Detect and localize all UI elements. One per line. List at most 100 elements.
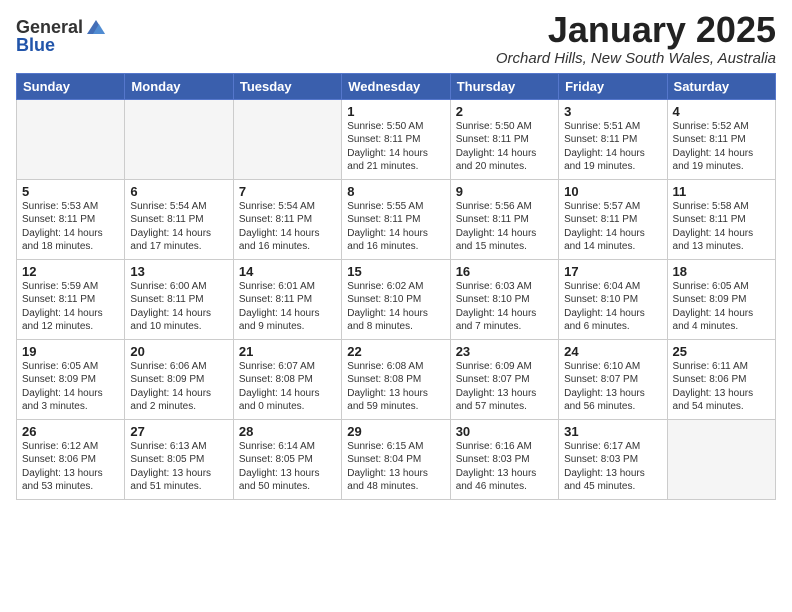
day-number: 4 <box>673 104 770 119</box>
calendar-week-row: 12Sunrise: 5:59 AMSunset: 8:11 PMDayligh… <box>17 259 776 339</box>
table-row: 5Sunrise: 5:53 AMSunset: 8:11 PMDaylight… <box>17 179 125 259</box>
day-number: 21 <box>239 344 336 359</box>
day-info: Sunrise: 6:08 AMSunset: 8:08 PMDaylight:… <box>347 360 444 414</box>
day-info: Sunrise: 6:15 AMSunset: 8:04 PMDaylight:… <box>347 440 444 494</box>
day-info: Sunrise: 5:57 AMSunset: 8:11 PMDaylight:… <box>564 200 661 254</box>
day-number: 19 <box>22 344 119 359</box>
table-row: 24Sunrise: 6:10 AMSunset: 8:07 PMDayligh… <box>559 339 667 419</box>
logo-blue-text: Blue <box>16 36 107 56</box>
table-row: 8Sunrise: 5:55 AMSunset: 8:11 PMDaylight… <box>342 179 450 259</box>
day-number: 30 <box>456 424 553 439</box>
calendar-week-row: 26Sunrise: 6:12 AMSunset: 8:06 PMDayligh… <box>17 419 776 499</box>
header-tuesday: Tuesday <box>233 73 341 99</box>
table-row <box>667 419 775 499</box>
day-info: Sunrise: 6:01 AMSunset: 8:11 PMDaylight:… <box>239 280 336 334</box>
day-info: Sunrise: 6:05 AMSunset: 8:09 PMDaylight:… <box>673 280 770 334</box>
calendar-week-row: 1Sunrise: 5:50 AMSunset: 8:11 PMDaylight… <box>17 99 776 179</box>
table-row <box>125 99 233 179</box>
table-row: 23Sunrise: 6:09 AMSunset: 8:07 PMDayligh… <box>450 339 558 419</box>
table-row: 29Sunrise: 6:15 AMSunset: 8:04 PMDayligh… <box>342 419 450 499</box>
day-info: Sunrise: 6:12 AMSunset: 8:06 PMDaylight:… <box>22 440 119 494</box>
table-row <box>233 99 341 179</box>
table-row <box>17 99 125 179</box>
day-number: 14 <box>239 264 336 279</box>
day-number: 16 <box>456 264 553 279</box>
day-info: Sunrise: 5:52 AMSunset: 8:11 PMDaylight:… <box>673 120 770 174</box>
table-row: 12Sunrise: 5:59 AMSunset: 8:11 PMDayligh… <box>17 259 125 339</box>
day-info: Sunrise: 6:05 AMSunset: 8:09 PMDaylight:… <box>22 360 119 414</box>
table-row: 21Sunrise: 6:07 AMSunset: 8:08 PMDayligh… <box>233 339 341 419</box>
day-number: 18 <box>673 264 770 279</box>
calendar-week-row: 19Sunrise: 6:05 AMSunset: 8:09 PMDayligh… <box>17 339 776 419</box>
day-info: Sunrise: 6:07 AMSunset: 8:08 PMDaylight:… <box>239 360 336 414</box>
table-row: 28Sunrise: 6:14 AMSunset: 8:05 PMDayligh… <box>233 419 341 499</box>
day-number: 22 <box>347 344 444 359</box>
day-info: Sunrise: 5:54 AMSunset: 8:11 PMDaylight:… <box>239 200 336 254</box>
day-number: 31 <box>564 424 661 439</box>
day-number: 9 <box>456 184 553 199</box>
table-row: 25Sunrise: 6:11 AMSunset: 8:06 PMDayligh… <box>667 339 775 419</box>
day-number: 3 <box>564 104 661 119</box>
header-thursday: Thursday <box>450 73 558 99</box>
day-info: Sunrise: 6:04 AMSunset: 8:10 PMDaylight:… <box>564 280 661 334</box>
day-number: 8 <box>347 184 444 199</box>
day-info: Sunrise: 5:55 AMSunset: 8:11 PMDaylight:… <box>347 200 444 254</box>
month-title: January 2025 <box>496 10 776 50</box>
table-row: 4Sunrise: 5:52 AMSunset: 8:11 PMDaylight… <box>667 99 775 179</box>
day-info: Sunrise: 6:03 AMSunset: 8:10 PMDaylight:… <box>456 280 553 334</box>
logo-icon <box>85 16 107 38</box>
day-info: Sunrise: 6:09 AMSunset: 8:07 PMDaylight:… <box>456 360 553 414</box>
day-info: Sunrise: 6:14 AMSunset: 8:05 PMDaylight:… <box>239 440 336 494</box>
day-number: 27 <box>130 424 227 439</box>
table-row: 31Sunrise: 6:17 AMSunset: 8:03 PMDayligh… <box>559 419 667 499</box>
day-info: Sunrise: 6:06 AMSunset: 8:09 PMDaylight:… <box>130 360 227 414</box>
table-row: 15Sunrise: 6:02 AMSunset: 8:10 PMDayligh… <box>342 259 450 339</box>
day-number: 26 <box>22 424 119 439</box>
day-info: Sunrise: 5:56 AMSunset: 8:11 PMDaylight:… <box>456 200 553 254</box>
header-saturday: Saturday <box>667 73 775 99</box>
table-row: 9Sunrise: 5:56 AMSunset: 8:11 PMDaylight… <box>450 179 558 259</box>
table-row: 1Sunrise: 5:50 AMSunset: 8:11 PMDaylight… <box>342 99 450 179</box>
day-number: 10 <box>564 184 661 199</box>
day-info: Sunrise: 6:11 AMSunset: 8:06 PMDaylight:… <box>673 360 770 414</box>
table-row: 2Sunrise: 5:50 AMSunset: 8:11 PMDaylight… <box>450 99 558 179</box>
day-info: Sunrise: 5:53 AMSunset: 8:11 PMDaylight:… <box>22 200 119 254</box>
table-row: 18Sunrise: 6:05 AMSunset: 8:09 PMDayligh… <box>667 259 775 339</box>
day-info: Sunrise: 6:02 AMSunset: 8:10 PMDaylight:… <box>347 280 444 334</box>
day-number: 23 <box>456 344 553 359</box>
day-number: 11 <box>673 184 770 199</box>
day-info: Sunrise: 6:13 AMSunset: 8:05 PMDaylight:… <box>130 440 227 494</box>
day-number: 24 <box>564 344 661 359</box>
day-info: Sunrise: 5:59 AMSunset: 8:11 PMDaylight:… <box>22 280 119 334</box>
location-title: Orchard Hills, New South Wales, Australi… <box>496 50 776 67</box>
header-friday: Friday <box>559 73 667 99</box>
day-number: 17 <box>564 264 661 279</box>
day-number: 29 <box>347 424 444 439</box>
table-row: 20Sunrise: 6:06 AMSunset: 8:09 PMDayligh… <box>125 339 233 419</box>
calendar-table: Sunday Monday Tuesday Wednesday Thursday… <box>16 73 776 500</box>
table-row: 16Sunrise: 6:03 AMSunset: 8:10 PMDayligh… <box>450 259 558 339</box>
header-sunday: Sunday <box>17 73 125 99</box>
page: General Blue January 2025 Orchard Hills,… <box>0 0 792 612</box>
day-number: 1 <box>347 104 444 119</box>
day-info: Sunrise: 6:00 AMSunset: 8:11 PMDaylight:… <box>130 280 227 334</box>
logo: General Blue <box>16 16 107 56</box>
table-row: 3Sunrise: 5:51 AMSunset: 8:11 PMDaylight… <box>559 99 667 179</box>
weekday-header-row: Sunday Monday Tuesday Wednesday Thursday… <box>17 73 776 99</box>
title-block: January 2025 Orchard Hills, New South Wa… <box>496 10 776 67</box>
day-number: 28 <box>239 424 336 439</box>
calendar-week-row: 5Sunrise: 5:53 AMSunset: 8:11 PMDaylight… <box>17 179 776 259</box>
header-wednesday: Wednesday <box>342 73 450 99</box>
table-row: 14Sunrise: 6:01 AMSunset: 8:11 PMDayligh… <box>233 259 341 339</box>
table-row: 11Sunrise: 5:58 AMSunset: 8:11 PMDayligh… <box>667 179 775 259</box>
table-row: 13Sunrise: 6:00 AMSunset: 8:11 PMDayligh… <box>125 259 233 339</box>
day-info: Sunrise: 6:10 AMSunset: 8:07 PMDaylight:… <box>564 360 661 414</box>
day-number: 6 <box>130 184 227 199</box>
table-row: 7Sunrise: 5:54 AMSunset: 8:11 PMDaylight… <box>233 179 341 259</box>
table-row: 10Sunrise: 5:57 AMSunset: 8:11 PMDayligh… <box>559 179 667 259</box>
day-number: 20 <box>130 344 227 359</box>
day-info: Sunrise: 5:51 AMSunset: 8:11 PMDaylight:… <box>564 120 661 174</box>
day-number: 25 <box>673 344 770 359</box>
day-number: 7 <box>239 184 336 199</box>
day-number: 12 <box>22 264 119 279</box>
